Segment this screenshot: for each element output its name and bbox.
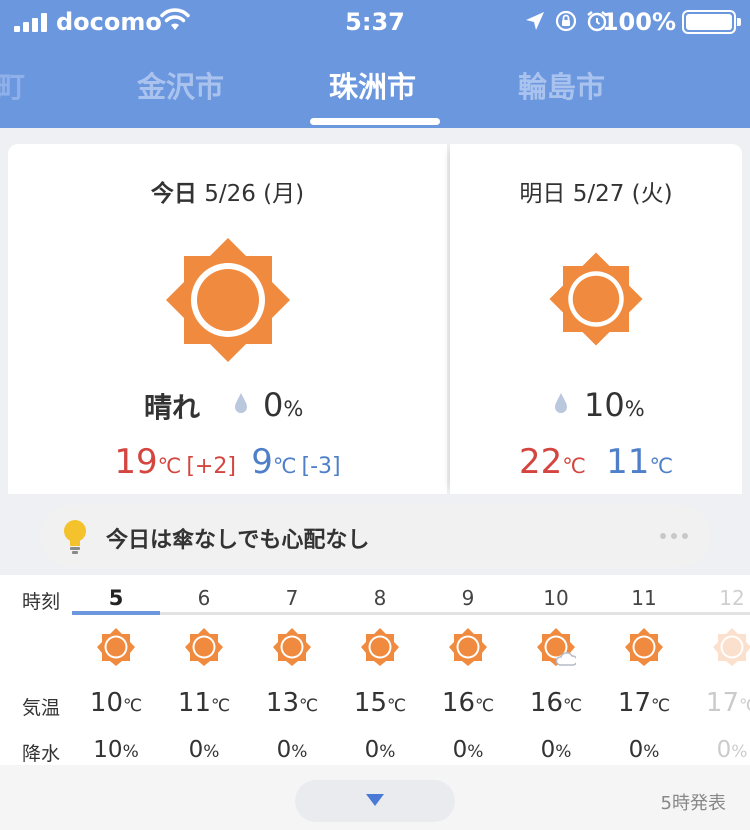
tomorrow-date: 明日 5/27 (火) (519, 181, 673, 207)
location-arrow-icon (526, 12, 544, 30)
hour-temp: 16℃ (441, 688, 495, 718)
app-header: docomo 5:37 100% 町 金沢市 珠洲市 輪島市 (0, 0, 750, 128)
hourly-forecast[interactable]: 時刻 気温 降水 5 10℃ 10% 6 11℃ 0% 7 13℃ 0% 8 15℃ 0% 9 16℃ 0%… (0, 575, 750, 765)
hour-label: 11 (631, 586, 657, 610)
hour-column: 9 16℃ 0% (424, 575, 512, 765)
today-condition: 晴れ (144, 391, 201, 424)
expand-button[interactable] (295, 780, 455, 822)
today-condition-row: 晴れ 0% (8, 384, 447, 424)
hour-column: 10 16℃ 0% (512, 575, 600, 765)
sun-icon (166, 238, 290, 362)
battery-icon (682, 10, 741, 34)
hour-temp: 17℃ (705, 688, 750, 718)
tomorrow-high: 22℃ (518, 442, 586, 482)
tomorrow-precip-row: 10% (450, 384, 742, 424)
hour-temp: 10℃ (89, 688, 143, 718)
rotation-lock-icon (555, 10, 577, 32)
hour-rain: 10% (93, 737, 139, 763)
sun-icon (361, 628, 399, 666)
status-bar: docomo 5:37 100% (0, 0, 750, 44)
label-temp: 気温 (22, 697, 61, 719)
sun-icon (273, 628, 311, 666)
tab-city-partial[interactable]: 町 (0, 64, 25, 106)
hour-label: 9 (461, 586, 475, 610)
tab-city-wajima[interactable]: 輪島市 (518, 64, 605, 106)
hour-column: 6 11℃ 0% (160, 575, 248, 765)
footer: 5時発表 (0, 765, 750, 830)
hour-rain: 0% (276, 737, 308, 763)
tomorrow-forecast-card[interactable]: 明日 5/27 (火) 10% 22℃ 11℃ (450, 144, 742, 494)
hour-temp: 15℃ (353, 688, 407, 718)
hour-column: 8 15℃ 0% (336, 575, 424, 765)
tab-indicator (310, 118, 440, 125)
sun-cloud-icon (537, 628, 576, 666)
more-options-icon[interactable] (660, 533, 688, 539)
today-temps: 19℃ [+2] 9℃ [-3] (8, 442, 447, 486)
hour-label: 6 (197, 586, 211, 610)
battery-percent: 100% (601, 8, 676, 36)
hour-temp: 11℃ (177, 688, 231, 718)
city-tabs: 町 金沢市 珠洲市 輪島市 (0, 60, 750, 110)
hour-label: 12 (719, 586, 745, 610)
advice-text: 今日は傘なしでも心配なし (106, 528, 370, 553)
hour-label: 8 (373, 586, 387, 610)
sun-icon (449, 628, 487, 666)
hour-column: 5 10℃ 10% (72, 575, 160, 765)
umbrella-advice-bar[interactable]: 今日は傘なしでも心配なし (40, 505, 710, 567)
sun-icon (713, 628, 750, 666)
tab-city-kanazawa[interactable]: 金沢市 (137, 64, 224, 106)
hour-temp: 16℃ (529, 688, 583, 718)
hour-rain: 0% (716, 737, 748, 763)
sun-icon (185, 628, 223, 666)
label-time: 時刻 (22, 591, 61, 613)
hour-column: 7 13℃ 0% (248, 575, 336, 765)
hour-rain: 0% (628, 737, 660, 763)
tomorrow-temps: 22℃ 11℃ (450, 442, 742, 486)
chevron-down-icon (366, 794, 384, 806)
today-precip: 0% (263, 386, 304, 424)
hour-temp: 17℃ (617, 688, 671, 718)
raindrop-icon (555, 393, 567, 413)
hour-rain: 0% (540, 737, 572, 763)
hour-rain: 0% (452, 737, 484, 763)
hour-label: 5 (108, 586, 124, 610)
hour-temp: 13℃ (265, 688, 319, 718)
today-high: 19℃ [+2] (114, 442, 236, 482)
hour-label: 10 (543, 586, 569, 610)
today-low: 9℃ [-3] (251, 442, 341, 482)
hour-column: 12 17℃ 0% (688, 575, 750, 765)
sun-icon (97, 628, 135, 666)
hour-rain: 0% (188, 737, 220, 763)
sun-icon (625, 628, 663, 666)
raindrop-icon (235, 393, 247, 413)
hour-rain: 0% (364, 737, 396, 763)
sun-icon (549, 252, 643, 346)
hour-column: 11 17℃ 0% (600, 575, 688, 765)
today-date: 今日 5/26 (月) (150, 181, 305, 207)
tomorrow-precip: 10% (584, 386, 645, 424)
tomorrow-low: 11℃ (606, 442, 674, 482)
issued-time: 5時発表 (660, 793, 726, 814)
hour-label: 7 (285, 586, 299, 610)
lightbulb-icon (64, 520, 86, 554)
today-forecast-card[interactable]: 今日 5/26 (月) 晴れ 0% 19℃ [+2] 9℃ [-3] (8, 144, 447, 494)
tab-city-suzu[interactable]: 珠洲市 (329, 64, 416, 106)
label-rain: 降水 (22, 743, 61, 765)
